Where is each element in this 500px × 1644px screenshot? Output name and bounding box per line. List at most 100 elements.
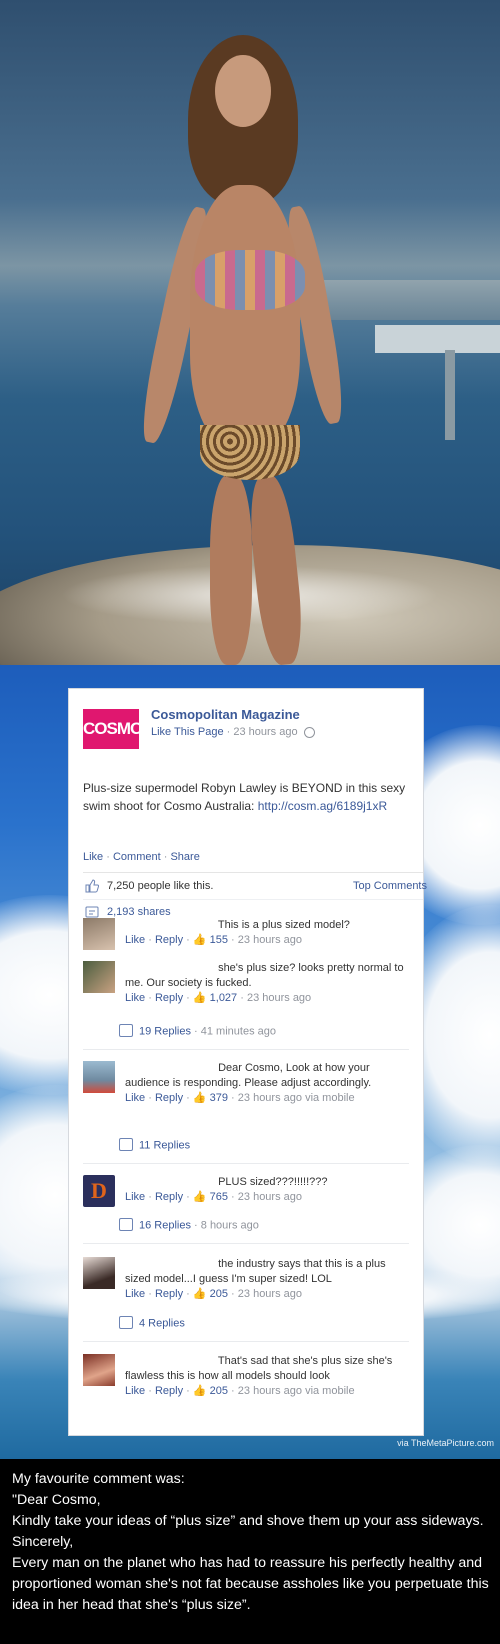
share-action[interactable]: Share: [170, 851, 199, 863]
post-timestamp[interactable]: 23 hours ago: [233, 726, 297, 738]
commenter-name[interactable]: [125, 1354, 215, 1364]
comment-like-link[interactable]: Like: [125, 1288, 145, 1300]
like-action[interactable]: Like: [83, 851, 103, 863]
caption-line: My favourite comment was:: [12, 1471, 185, 1487]
shares-count[interactable]: 2,193 shares: [107, 906, 171, 918]
post-text: Plus-size supermodel Robyn Lawley is BEY…: [83, 779, 413, 815]
comment-meta: Like · Reply · 👍 155 · 23 hours ago: [125, 934, 302, 946]
caption-line: "Dear Cosmo,: [12, 1492, 101, 1508]
comment-via: via mobile: [305, 1385, 355, 1397]
model-head: [215, 55, 271, 127]
comment: Dear Cosmo, Look at how your audience is…: [83, 1061, 413, 1127]
comment-reply-link[interactable]: Reply: [155, 1385, 183, 1397]
replies-count[interactable]: 19 Replies: [139, 1025, 191, 1037]
comment: That's sad that she's plus size she's fl…: [83, 1354, 413, 1406]
comment-likes[interactable]: 379: [210, 1092, 228, 1104]
replies-link[interactable]: 4 Replies: [119, 1316, 185, 1330]
facebook-post: COSMO Cosmopolitan Magazine Like This Pa…: [68, 688, 427, 1436]
page-name-link[interactable]: Cosmopolitan Magazine: [151, 707, 300, 722]
replies-time: 8 hours ago: [200, 1219, 259, 1232]
comment-reply-link[interactable]: Reply: [155, 1288, 183, 1300]
caption-line: Kindly take your ideas of “plus size” an…: [12, 1513, 484, 1529]
pier: [375, 325, 500, 353]
comment-time[interactable]: 23 hours ago: [247, 992, 311, 1004]
watermark: via TheMetaPicture.com: [397, 1438, 494, 1448]
replies-link[interactable]: 11 Replies: [119, 1138, 190, 1152]
avatar[interactable]: [83, 1257, 115, 1289]
thumbs-up-icon: 👍: [192, 992, 207, 1004]
comment: she's plus size? looks pretty normal to …: [83, 961, 413, 1013]
comment: the industry says that this is a plus si…: [83, 1257, 413, 1309]
likes-row: 7,250 people like this. Top Comments: [83, 873, 427, 899]
comment-reply-link[interactable]: Reply: [155, 934, 183, 946]
comment-meta: Like · Reply · 👍 765 · 23 hours ago: [125, 1191, 302, 1203]
avatar[interactable]: [83, 918, 115, 950]
post-url-link[interactable]: http://cosm.ag/6189j1xR: [258, 799, 387, 813]
avatar[interactable]: D: [83, 1175, 115, 1207]
replies-count[interactable]: 11 Replies: [139, 1139, 190, 1151]
avatar[interactable]: [83, 961, 115, 993]
share-icon: [85, 906, 99, 918]
thumbs-up-icon: 👍: [192, 1191, 207, 1203]
cosmo-logo[interactable]: COSMO: [83, 709, 143, 749]
comment-time[interactable]: 23 hours ago: [238, 934, 302, 946]
comment-meta: Like · Reply · 👍 1,027 · 23 hours ago: [125, 992, 312, 1004]
comment-body: she's plus size? looks pretty normal to …: [125, 961, 413, 1006]
replies-link[interactable]: 19 Replies · 41 minutes ago: [119, 1024, 276, 1038]
comment-meta: Like · Reply · 👍 205 · 23 hours ago: [125, 1288, 302, 1300]
thumbs-up-icon: 👍: [192, 1288, 207, 1300]
model-leg-right: [245, 473, 307, 665]
commenter-name[interactable]: [125, 1257, 215, 1267]
reply-bubble-icon: [119, 1138, 133, 1151]
comment-reply-link[interactable]: Reply: [155, 1092, 183, 1104]
divider: [83, 1049, 409, 1050]
comment-likes[interactable]: 205: [210, 1385, 228, 1397]
replies-link[interactable]: 16 Replies · 8 hours ago: [119, 1218, 259, 1232]
comment-like-link[interactable]: Like: [125, 992, 145, 1004]
comment-time[interactable]: 23 hours ago: [238, 1288, 302, 1300]
comment-meta: Like · Reply · 👍 205 · 23 hours ago via …: [125, 1385, 355, 1397]
comment-reply-link[interactable]: Reply: [155, 992, 183, 1004]
top-comments-dropdown[interactable]: Top Comments: [353, 873, 427, 899]
comment-body: This is a plus sized model? Like · Reply…: [125, 918, 413, 948]
replies-count[interactable]: 16 Replies: [139, 1219, 191, 1231]
commenter-name[interactable]: [125, 1061, 215, 1071]
model-torso: [190, 185, 300, 445]
divider: [83, 1243, 409, 1244]
replies-count[interactable]: 4 Replies: [139, 1317, 185, 1329]
comment-like-link[interactable]: Like: [125, 1191, 145, 1203]
like-page-link[interactable]: Like This Page: [151, 726, 224, 738]
caption-line: Sincerely,: [12, 1534, 74, 1550]
comment-reply-link[interactable]: Reply: [155, 1191, 183, 1203]
bikini-bottom: [200, 425, 300, 480]
reply-bubble-icon: [119, 1316, 133, 1329]
comment-likes[interactable]: 205: [210, 1288, 228, 1300]
model-figure: [135, 35, 349, 665]
comment-likes[interactable]: 155: [210, 934, 228, 946]
avatar[interactable]: [83, 1354, 115, 1386]
comment-likes[interactable]: 765: [210, 1191, 228, 1203]
commenter-name[interactable]: [125, 961, 215, 971]
comment-body: Dear Cosmo, Look at how your audience is…: [125, 1061, 413, 1106]
comment-time[interactable]: 23 hours ago: [238, 1385, 302, 1397]
likes-count[interactable]: 7,250 people like this.: [107, 880, 213, 892]
comment-like-link[interactable]: Like: [125, 1385, 145, 1397]
post-stats: 7,250 people like this. Top Comments 2,1…: [83, 872, 427, 924]
bikini-top: [195, 250, 305, 310]
comment-like-link[interactable]: Like: [125, 934, 145, 946]
comment-like-link[interactable]: Like: [125, 1092, 145, 1104]
commenter-name[interactable]: [125, 1175, 215, 1185]
comment-meta: Like · Reply · 👍 379 · 23 hours ago via …: [125, 1092, 355, 1104]
comment-action[interactable]: Comment: [113, 851, 161, 863]
comment-time[interactable]: 23 hours ago: [238, 1092, 302, 1104]
page-meta: Like This Page · 23 hours ago: [151, 726, 315, 738]
comment: D PLUS sized???!!!!!??? Like · Reply · 👍…: [83, 1175, 413, 1211]
comment-likes[interactable]: 1,027: [210, 992, 238, 1004]
comment-text: This is a plus sized model?: [217, 919, 350, 931]
avatar[interactable]: [83, 1061, 115, 1093]
comment: This is a plus sized model? Like · Reply…: [83, 918, 413, 954]
thumbs-up-icon: 👍: [192, 1092, 207, 1104]
commenter-name[interactable]: [125, 918, 215, 928]
comment-time[interactable]: 23 hours ago: [238, 1191, 302, 1203]
globe-icon: [303, 726, 315, 738]
